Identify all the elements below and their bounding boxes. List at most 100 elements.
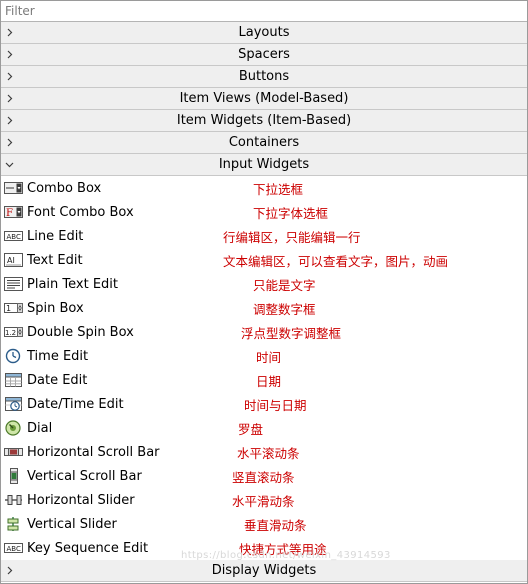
group-list-top: Layouts Spacers Buttons Item Views (Model-B… — [1, 22, 527, 176]
widget-item-label: Font Combo Box — [27, 204, 134, 220]
widget-item-label: Text Edit — [27, 252, 83, 268]
group-title: Containers — [228, 135, 300, 150]
widget-item-label: Dial — [27, 420, 53, 436]
group-title: Display Widgets — [211, 563, 317, 578]
spin-box-icon: 1 — [1, 300, 27, 316]
group-title: Input Widgets — [218, 157, 310, 172]
chevron-right-icon[interactable] — [1, 116, 17, 125]
chevron-right-icon[interactable] — [1, 566, 17, 575]
svg-text:ABC: ABC — [7, 545, 21, 553]
widget-item-combo-box[interactable]: Combo Box 下拉选框 — [1, 176, 527, 200]
widget-item-label: Date/Time Edit — [27, 396, 124, 412]
widget-item-label: Time Edit — [27, 348, 89, 364]
group-row-containers[interactable]: Containers — [1, 132, 527, 154]
chevron-right-icon[interactable] — [1, 72, 17, 81]
horizontal-scroll-bar-icon — [1, 444, 27, 460]
time-edit-icon — [1, 348, 27, 364]
annotation-text: 调整数字框 — [253, 301, 316, 317]
annotation-text: 时间与日期 — [244, 397, 307, 413]
widget-list: Layouts Spacers Buttons Item Views (Model-B… — [1, 22, 527, 582]
group-row-layouts[interactable]: Layouts — [1, 22, 527, 44]
group-title: Spacers — [238, 47, 290, 62]
widget-item-label: Key Sequence Edit — [27, 540, 149, 556]
group-row-item-views-model-based[interactable]: Item Views (Model-Based) — [1, 88, 527, 110]
group-row-item-widgets-item-based[interactable]: Item Widgets (Item-Based) — [1, 110, 527, 132]
annotation-text: 日期 — [256, 373, 282, 389]
widget-item-vertical-scroll-bar[interactable]: Vertical Scroll Bar 竖直滚动条 — [1, 464, 527, 488]
vertical-scroll-bar-icon — [1, 468, 27, 484]
widget-box-panel: Filter Layouts Spacers Buttons Item Views (… — [0, 0, 528, 584]
widget-item-label: Double Spin Box — [27, 324, 134, 340]
group-title: Buttons — [238, 69, 290, 84]
annotation-text: 垂直滑动条 — [244, 517, 307, 533]
widget-item-dial[interactable]: Dial 罗盘 — [1, 416, 527, 440]
widget-item-vertical-slider[interactable]: Vertical Slider 垂直滑动条 — [1, 512, 527, 536]
group-title: Item Widgets (Item-Based) — [176, 113, 352, 128]
group-title: Item Views (Model-Based) — [179, 91, 349, 106]
svg-text:F: F — [6, 208, 13, 219]
double-spin-box-icon: 1.2 — [1, 324, 27, 340]
font-combo-box-icon: F — [1, 204, 27, 220]
group-row-input-widgets[interactable]: Input Widgets — [1, 154, 527, 176]
input-widgets-items: Combo Box 下拉选框 F Font Combo Box 下拉字体选框 ABC Lin… — [1, 176, 527, 560]
chevron-right-icon[interactable] — [1, 94, 17, 103]
widget-item-time-edit[interactable]: Time Edit 时间 — [1, 344, 527, 368]
chevron-down-icon[interactable] — [1, 160, 17, 169]
widget-item-line-edit[interactable]: ABC Line Edit 行编辑区，只能编辑一行 — [1, 224, 527, 248]
widget-item-label: Combo Box — [27, 180, 102, 196]
annotation-text: 下拉字体选框 — [253, 205, 329, 221]
filter-bar[interactable]: Filter — [1, 1, 527, 22]
annotation-text: 下拉选框 — [253, 181, 304, 197]
watermark-text: https://blog.csdn.net/weixin_43914593 — [181, 550, 391, 561]
annotation-text: 浮点型数字调整框 — [241, 325, 342, 341]
vertical-slider-icon — [1, 516, 27, 532]
horizontal-slider-icon — [1, 492, 27, 508]
widget-item-plain-text-edit[interactable]: Plain Text Edit 只能是文字 — [1, 272, 527, 296]
widget-item-label: Horizontal Slider — [27, 492, 135, 508]
widget-item-label: Vertical Slider — [27, 516, 117, 532]
widget-item-horizontal-slider[interactable]: Horizontal Slider 水平滑动条 — [1, 488, 527, 512]
widget-item-label: Vertical Scroll Bar — [27, 468, 142, 484]
line-edit-icon: ABC — [1, 228, 27, 244]
chevron-right-icon[interactable] — [1, 28, 17, 37]
date-time-edit-icon — [1, 396, 27, 412]
svg-text:ABC: ABC — [7, 233, 21, 241]
annotation-text: 竖直滚动条 — [232, 469, 295, 485]
widget-item-label: Date Edit — [27, 372, 88, 388]
widget-item-horizontal-scroll-bar[interactable]: Horizontal Scroll Bar 水平滚动条 — [1, 440, 527, 464]
group-list-bottom: Display Widgets — [1, 560, 527, 582]
chevron-right-icon[interactable] — [1, 50, 17, 59]
annotation-text: 时间 — [256, 349, 282, 365]
annotation-text: 只能是文字 — [253, 277, 316, 293]
filter-input-placeholder[interactable]: Filter — [5, 4, 35, 18]
group-row-buttons[interactable]: Buttons — [1, 66, 527, 88]
date-edit-icon — [1, 372, 27, 388]
group-title: Layouts — [238, 25, 290, 40]
annotation-text: 水平滚动条 — [237, 445, 300, 461]
annotation-text: 行编辑区，只能编辑一行 — [223, 229, 361, 245]
annotation-text: 罗盘 — [238, 421, 264, 437]
group-row-display-widgets[interactable]: Display Widgets — [1, 560, 527, 582]
chevron-right-icon[interactable] — [1, 138, 17, 147]
widget-item-label: Plain Text Edit — [27, 276, 118, 292]
widget-item-label: Spin Box — [27, 300, 84, 316]
text-edit-icon: AI — [1, 252, 27, 268]
widget-item-label: Horizontal Scroll Bar — [27, 444, 160, 460]
group-row-spacers[interactable]: Spacers — [1, 44, 527, 66]
widget-item-date-edit[interactable]: Date Edit 日期 — [1, 368, 527, 392]
svg-text:AI: AI — [7, 256, 15, 265]
widget-item-text-edit[interactable]: AI Text Edit 文本编辑区，可以查看文字，图片，动画 — [1, 248, 527, 272]
dial-icon — [1, 420, 27, 436]
key-sequence-edit-icon: ABC — [1, 540, 27, 556]
combo-box-icon — [1, 180, 27, 196]
svg-text:1: 1 — [6, 304, 11, 313]
widget-item-spin-box[interactable]: 1 Spin Box 调整数字框 — [1, 296, 527, 320]
annotation-text: 文本编辑区，可以查看文字，图片，动画 — [223, 253, 449, 269]
plain-text-edit-icon — [1, 276, 27, 292]
widget-item-font-combo-box[interactable]: F Font Combo Box 下拉字体选框 — [1, 200, 527, 224]
annotation-text: 水平滑动条 — [232, 493, 295, 509]
svg-text:1.2: 1.2 — [5, 329, 16, 337]
widget-item-label: Line Edit — [27, 228, 84, 244]
widget-item-double-spin-box[interactable]: 1.2 Double Spin Box 浮点型数字调整框 — [1, 320, 527, 344]
widget-item-date-time-edit[interactable]: Date/Time Edit 时间与日期 — [1, 392, 527, 416]
